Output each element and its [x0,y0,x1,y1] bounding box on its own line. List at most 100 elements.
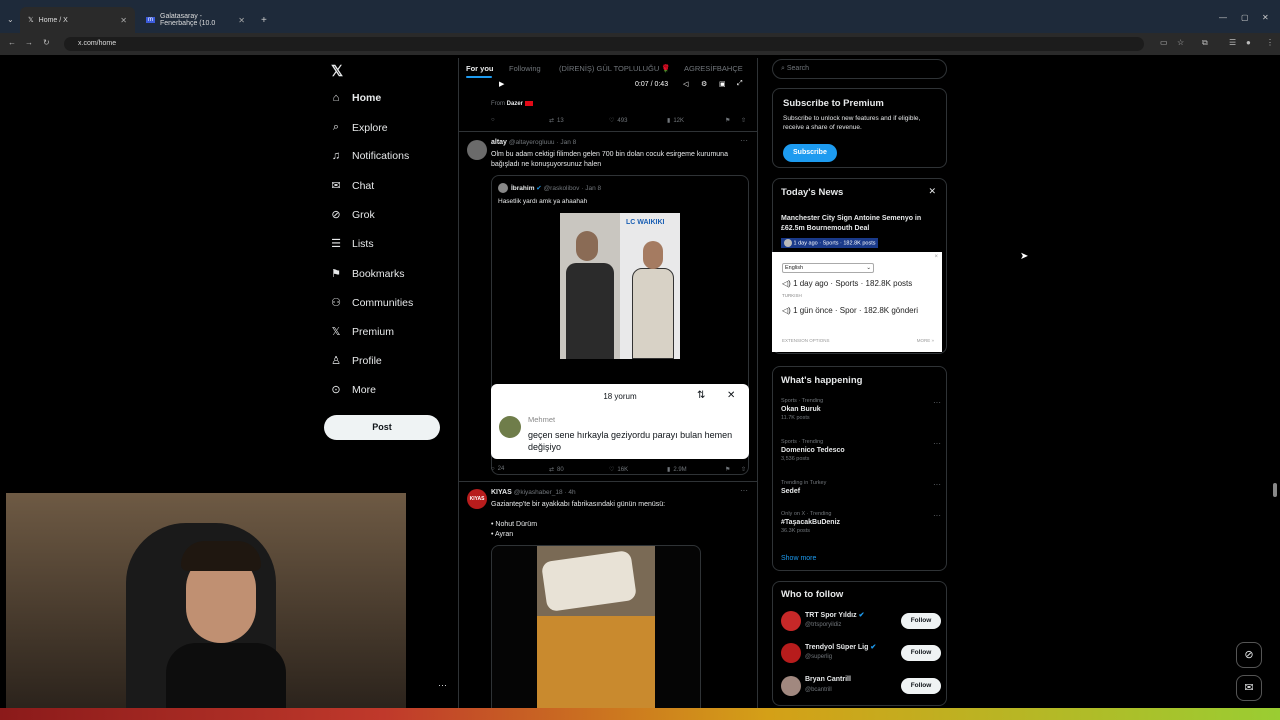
trend-item[interactable]: Trending in Turkey Sedef ··· [781,480,941,495]
follow-suggestion[interactable]: Bryan Cantrill @bcantrill Follow [781,674,941,700]
views-button[interactable]: ▮ 12K [667,117,684,125]
retweet-button[interactable]: ⇄ 80 [549,466,564,474]
speaker-icon[interactable]: ◁) [782,306,791,315]
account-menu-icon[interactable]: ··· [438,680,447,690]
author-handle[interactable]: @kiyashaber_18 · 4h [514,489,576,496]
language-select[interactable]: English ⌄ [782,263,874,273]
sidebar-item-premium[interactable]: 𝕏 Premium [330,325,394,339]
follow-suggestion[interactable]: TRT Spor Yıldız ✔ @trtsporyildiz Follow [781,609,941,635]
post-button[interactable]: Post [324,415,440,440]
news-headline[interactable]: Manchester City Sign Antoine Semenyo in … [781,214,941,234]
retweet-button[interactable]: ⇄ 13 [549,117,564,125]
like-button[interactable]: ♡ 16K [609,466,628,474]
follow-button[interactable]: Follow [901,613,941,629]
page-scrollbar[interactable] [1270,58,1280,708]
sidebar-item-more[interactable]: ⊙ More [330,383,376,397]
bookmark-button[interactable]: ⚑ [725,466,730,473]
grok-fab-icon[interactable]: ⊘ [1236,642,1262,668]
close-tab-icon[interactable]: ✕ [238,16,245,25]
sidebar-item-bookmarks[interactable]: ⚑ Bookmarks [330,267,404,281]
sort-icon[interactable]: ⇅ [697,390,705,401]
browser-tab-match[interactable]: m Galatasaray - Fenerbahçe (10.0 ✕ [138,7,253,33]
reply-button[interactable]: ○ [491,117,495,123]
forward-icon[interactable]: → [25,38,33,47]
trend-item[interactable]: Only on X · Trending #TaşacakBuDeniz 36.3K… [781,511,941,534]
tab-for-you[interactable]: For you [466,64,494,73]
messages-fab-icon[interactable]: ✉ [1236,675,1262,701]
close-icon[interactable]: ✕ [727,390,735,401]
more-options-icon[interactable]: ··· [740,136,748,145]
avatar[interactable] [467,140,487,160]
url-field[interactable]: x.com/home [64,37,1144,51]
cast-icon[interactable]: ▭ [1160,38,1168,47]
comment-overlay[interactable]: 18 yorum ⇅ ✕ Mehmet geçen sene hırkayla … [491,384,749,459]
sidebar-item-explore[interactable]: ⌕ Explore [330,121,388,134]
reply-button[interactable]: ○ 24 [491,466,504,472]
extensions-icon[interactable]: ⧉ [1202,38,1208,48]
more-options-icon[interactable]: ··· [740,486,748,495]
scrollbar-thumb[interactable] [1273,483,1277,497]
sidebar-item-communities[interactable]: ⚇ Communities [330,296,413,310]
browser-tab-x-home[interactable]: 𝕏 Home / X ✕ [20,7,135,33]
views-button[interactable]: ▮ 2.9M [667,466,687,474]
sidebar-item-profile[interactable]: ♙ Profile [330,354,382,368]
author-name[interactable]: KIYAS [491,489,512,496]
minimize-icon[interactable]: — [1219,13,1227,22]
tab-community-agresif[interactable]: AGRESİFBAHÇE [684,64,743,73]
quote-header: İbrahim ✔ @raskolibov · Jan 8 [511,184,601,192]
tweet-photo[interactable] [491,545,701,720]
sidebar-item-chat[interactable]: ✉ Chat [330,179,374,193]
mute-icon[interactable]: ◁ [683,80,688,88]
share-button[interactable]: ⇧ [741,466,746,473]
extension-options-link[interactable]: EXTENSION OPTIONS [782,338,830,343]
quote-author-handle: @raskolibov · Jan 8 [543,185,602,192]
tweet-photo[interactable]: LC WAIKIKI [560,213,680,359]
reload-icon[interactable]: ↻ [43,38,50,47]
x-logo-icon[interactable]: 𝕏 [331,62,343,80]
close-tab-icon[interactable]: ✕ [120,16,127,25]
browser-menu-icon[interactable]: ⋮ [1266,38,1274,47]
trend-item[interactable]: Sports · Trending Okan Buruk 11.7K posts ··… [781,398,941,421]
close-icon[interactable]: ✕ [928,186,936,197]
more-options-icon[interactable]: ··· [933,511,941,520]
more-options-icon[interactable]: ··· [933,480,941,489]
author-handle[interactable]: @altayerogluuu · Jan 8 [509,139,576,146]
more-options-icon[interactable]: ··· [933,439,941,448]
more-link[interactable]: MORE » [917,338,934,343]
new-tab-icon[interactable]: + [261,15,267,26]
from-name[interactable]: Dazer [507,101,523,107]
speaker-icon[interactable]: ◁) [782,279,791,288]
trend-item[interactable]: Sports · Trending Domenico Tedesco 3,536 p… [781,439,941,462]
like-button[interactable]: ♡ 493 [609,117,627,125]
tab-search-icon[interactable]: ⌄ [7,15,14,24]
subscribe-button[interactable]: Subscribe [783,144,837,162]
close-popup-icon[interactable]: × [934,254,938,260]
pip-icon[interactable]: ▣ [719,80,726,88]
sidebar-item-notifications[interactable]: ♫ Notifications [330,150,409,162]
sidebar-item-home[interactable]: ⌂ Home [330,92,382,104]
search-input[interactable]: ⌕ Search [772,59,947,79]
follow-button[interactable]: Follow [901,678,941,694]
back-icon[interactable]: ← [8,38,16,47]
follow-button[interactable]: Follow [901,645,941,661]
sidepanel-icon[interactable]: ☰ [1229,38,1236,47]
profile-avatar-icon[interactable]: ● [1246,38,1251,47]
share-icon: ⇧ [741,118,747,124]
bookmark-star-icon[interactable]: ☆ [1177,38,1184,47]
avatar[interactable]: KIYAS [467,489,487,509]
author-name[interactable]: altay [491,139,507,146]
bookmark-button[interactable]: ⚑ [725,117,730,124]
follow-suggestion[interactable]: Trendyol Süper Lig ✔ @superlig Follow [781,641,941,667]
close-window-icon[interactable]: ✕ [1262,13,1269,22]
sidebar-item-lists[interactable]: ☰ Lists [330,237,374,251]
more-options-icon[interactable]: ··· [933,398,941,407]
tab-following[interactable]: Following [509,64,541,73]
settings-icon[interactable]: ⚙ [701,80,707,88]
maximize-icon[interactable]: ▢ [1241,13,1249,22]
tab-community-gul[interactable]: (DİRENİŞ) GÜL TOPLULUĞU 🌹 [559,64,671,73]
show-more-link[interactable]: Show more [781,555,816,562]
share-button[interactable]: ⇧ [741,117,746,124]
play-icon[interactable]: ▶ [499,80,504,88]
sidebar-item-grok[interactable]: ⊘ Grok [330,208,374,222]
fullscreen-icon[interactable]: ⤢ [737,80,743,88]
